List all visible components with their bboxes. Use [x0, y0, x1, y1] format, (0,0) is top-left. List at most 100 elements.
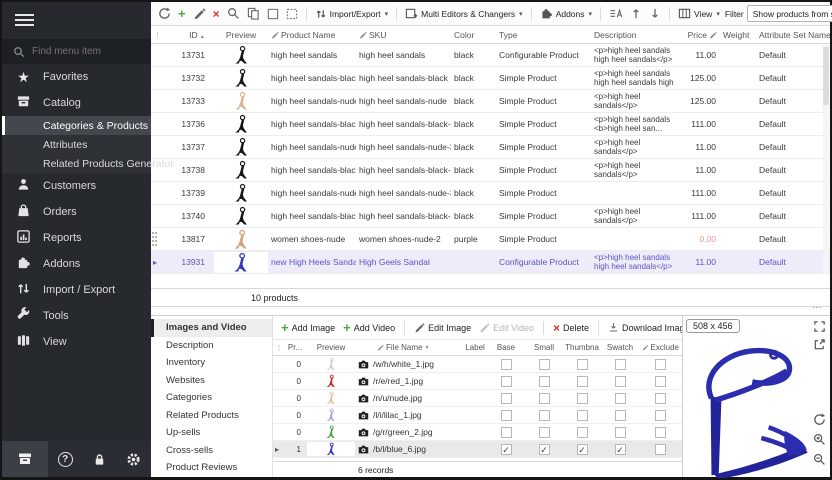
column-header-description[interactable]: Description: [591, 30, 684, 40]
cell-type[interactable]: Simple Product: [496, 188, 591, 198]
cell-description[interactable]: <p>high heel sandals high heel sandals h…: [591, 69, 684, 88]
cell-file-name[interactable]: /b/l/blue_6.jpg: [355, 444, 461, 455]
sidebar-item-tools[interactable]: Tools: [2, 303, 151, 329]
cell-preview[interactable]: [214, 137, 268, 157]
cell-attribute-set[interactable]: Default: [756, 165, 830, 175]
cell-price[interactable]: 125.00: [684, 73, 720, 83]
column-header-thumbnail[interactable]: Thumbna: [563, 343, 601, 352]
cell-file-name[interactable]: /l/i/lilac_1.jpg: [355, 410, 461, 421]
cell-price[interactable]: 125.00: [684, 96, 720, 106]
cell-product-name[interactable]: high heel sandals-black-38: [268, 211, 356, 221]
sidebar-item-addons[interactable]: Addons: [2, 251, 151, 277]
cell-color[interactable]: black: [451, 119, 496, 129]
checkbox-thumbnail[interactable]: [577, 410, 588, 421]
zoom-in-button[interactable]: [813, 433, 826, 451]
checkbox-thumbnail[interactable]: [577, 444, 588, 455]
checkbox-base[interactable]: [501, 410, 512, 421]
sidebar-item-attributes[interactable]: Attributes: [2, 135, 151, 154]
sidebar-item-customers[interactable]: Customers: [2, 173, 151, 199]
delete-image-button[interactable]: ×Delete: [551, 321, 591, 335]
image-row-selected[interactable]: ▸ 1 /b/l/blue_6.jpg: [273, 441, 682, 458]
checkbox-swatch[interactable]: [615, 393, 626, 404]
cell-color[interactable]: black: [451, 188, 496, 198]
cell-price[interactable]: 111.00: [684, 188, 720, 198]
cell-position[interactable]: 1: [285, 445, 307, 454]
image-row[interactable]: 0 /l/i/lilac_1.jpg: [273, 407, 682, 424]
select-button[interactable]: [265, 6, 281, 22]
cell-attribute-set[interactable]: Default: [756, 142, 830, 152]
cell-attribute-set[interactable]: Default: [756, 257, 830, 267]
image-size-field[interactable]: 508 x 456: [686, 319, 740, 333]
cell-type[interactable]: Configurable Product: [496, 50, 591, 60]
cell-preview[interactable]: [214, 114, 268, 134]
checkbox-exclude[interactable]: [655, 427, 666, 438]
table-row[interactable]: 13737 high heel sandals-nude-36 high hee…: [151, 136, 830, 159]
column-header-exclude[interactable]: Exclude: [639, 343, 682, 352]
checkbox-thumbnail[interactable]: [577, 393, 588, 404]
table-row[interactable]: 13739 high heel sandals-nude-37 high hee…: [151, 182, 830, 205]
column-header-id[interactable]: ID ▲: [164, 30, 214, 40]
cell-product-name[interactable]: high heel sandals-black-36: [268, 119, 356, 129]
cell-position[interactable]: 0: [285, 428, 307, 437]
sidebar-item-view[interactable]: View: [2, 329, 151, 355]
addons-button[interactable]: Addons▾: [538, 5, 594, 22]
checkbox-small[interactable]: [539, 393, 550, 404]
cell-color[interactable]: black: [451, 211, 496, 221]
column-menu-icon[interactable]: ⋮: [151, 31, 164, 39]
cell-description[interactable]: <p>high heel sandals</p>: [591, 92, 684, 110]
import-export-button[interactable]: Import/Export▾: [313, 6, 391, 22]
cell-attribute-set[interactable]: Default: [756, 188, 830, 198]
sidebar-item-import-export[interactable]: Import / Export: [2, 277, 151, 303]
checkbox-swatch[interactable]: [615, 376, 626, 387]
checkbox-swatch[interactable]: [615, 444, 626, 455]
search-button[interactable]: [225, 5, 242, 22]
cell-type[interactable]: Simple Product: [496, 165, 591, 175]
checkbox-base[interactable]: [501, 393, 512, 404]
lock-button[interactable]: [82, 452, 116, 467]
splitter-handle-vertical[interactable]: [152, 232, 154, 234]
checkbox-small[interactable]: [539, 376, 550, 387]
checkbox-base[interactable]: [501, 427, 512, 438]
cell-type[interactable]: Simple Product: [496, 211, 591, 221]
cell-color[interactable]: black: [451, 165, 496, 175]
cell-price[interactable]: 11.00: [684, 50, 720, 60]
checkbox-thumbnail[interactable]: [577, 427, 588, 438]
grid-scrollbar[interactable]: [823, 45, 829, 275]
edit-button[interactable]: [191, 5, 208, 22]
cell-description[interactable]: <p>high heel sandals high heel sandals</…: [591, 46, 684, 64]
checkbox-swatch[interactable]: [615, 359, 626, 370]
hamburger-menu-icon[interactable]: [2, 2, 151, 36]
cell-description[interactable]: <p>high heel sandals</p>: [591, 207, 684, 225]
cell-price[interactable]: 111.00: [684, 211, 720, 221]
image-row[interactable]: 0 /r/e/red_1.jpg: [273, 373, 682, 390]
tab-cross-sells[interactable]: Cross-sells: [151, 442, 272, 460]
cell-preview[interactable]: [307, 408, 355, 422]
cell-id[interactable]: 13740: [164, 211, 214, 221]
checkbox-small[interactable]: [539, 444, 550, 455]
tab-up-sells[interactable]: Up-sells: [151, 424, 272, 442]
store-button[interactable]: [2, 441, 48, 477]
column-menu-icon[interactable]: ⋮: [273, 344, 285, 352]
cell-id[interactable]: 13738: [164, 165, 214, 175]
copy-button[interactable]: [245, 5, 262, 22]
sidebar-item-related-products-generator[interactable]: Related Products Generator: [2, 154, 151, 173]
sidebar-search[interactable]: [2, 39, 151, 64]
cell-preview[interactable]: [214, 45, 268, 65]
cell-price[interactable]: 11.00: [684, 257, 720, 267]
cell-color[interactable]: purple: [451, 234, 496, 244]
cell-sku[interactable]: high heel sandals-nude-36: [356, 142, 451, 152]
cell-description[interactable]: <p>high heel sandals</p>: [591, 138, 684, 156]
cell-id[interactable]: 13731: [164, 50, 214, 60]
cell-type[interactable]: Configurable Product: [496, 257, 591, 267]
sidebar-item-reports[interactable]: Reports: [2, 225, 151, 251]
cell-sku[interactable]: high heel sandals-black-37: [356, 165, 451, 175]
checkbox-exclude[interactable]: [655, 410, 666, 421]
tab-categories[interactable]: Categories: [151, 389, 272, 407]
add-video-button[interactable]: +Add Video: [341, 321, 397, 335]
cell-attribute-set[interactable]: Default: [756, 119, 830, 129]
cell-product-name[interactable]: high heel sandals-black: [268, 73, 356, 83]
cell-price[interactable]: 11.00: [684, 165, 720, 175]
image-row[interactable]: 0 /g/r/green_2.jpg: [273, 424, 682, 441]
checkbox-thumbnail[interactable]: [577, 376, 588, 387]
cell-attribute-set[interactable]: Default: [756, 96, 830, 106]
